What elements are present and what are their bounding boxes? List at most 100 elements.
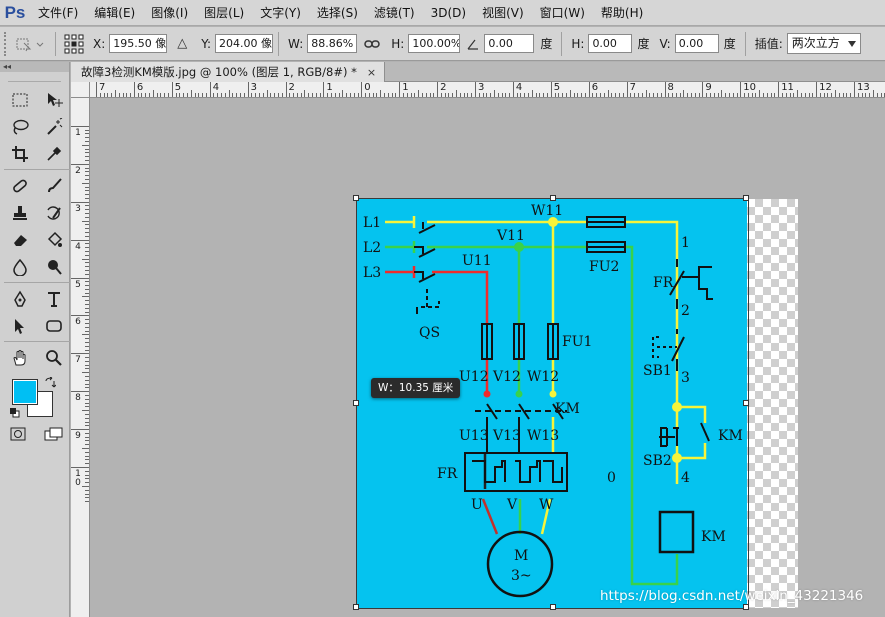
history-brush-tool[interactable] — [38, 199, 70, 226]
ruler-minor-tick — [85, 288, 89, 290]
transform-tool-preset[interactable] — [10, 32, 50, 56]
lasso-tool[interactable] — [4, 113, 36, 140]
label-node-0: 0 — [607, 470, 616, 486]
width-input[interactable]: 88.86% — [307, 34, 358, 53]
ruler-major-tick — [96, 82, 97, 97]
ruler-major-tick — [399, 82, 401, 97]
close-icon[interactable]: × — [367, 66, 376, 79]
toolbox-collapse[interactable]: ◂◂ — [0, 62, 69, 72]
pen-tool[interactable] — [4, 285, 36, 312]
label-v12: V12 — [492, 369, 521, 385]
ruler-minor-tick — [365, 93, 367, 97]
quick-mask-icon[interactable] — [10, 427, 26, 441]
healing-brush-tool[interactable] — [4, 172, 36, 199]
toolbox-grip[interactable] — [8, 74, 61, 82]
image-layer[interactable]: L1 L2 L3 W11 V11 U11 QS FU1 FU2 U12 V12 … — [353, 195, 798, 610]
clone-stamp-tool[interactable] — [4, 199, 36, 226]
ruler-label: 7 — [99, 82, 106, 93]
ruler-minor-tick — [569, 90, 571, 97]
hand-tool[interactable] — [4, 344, 36, 371]
menu-item[interactable]: 图像(I) — [143, 0, 196, 26]
menu-item[interactable]: 文字(Y) — [252, 0, 309, 26]
ruler-minor-tick — [846, 93, 848, 97]
ruler-minor-tick — [85, 156, 89, 158]
transform-handle-bc[interactable] — [550, 604, 556, 610]
menu-item[interactable]: 选择(S) — [309, 0, 366, 26]
interpolation-select[interactable]: 两次立方 — [786, 33, 861, 54]
ruler-minor-tick — [82, 220, 89, 222]
relative-position-icon[interactable]: △ — [173, 36, 191, 51]
canvas-area[interactable]: L1 L2 L3 W11 V11 U11 QS FU1 FU2 U12 V12 … — [90, 98, 885, 617]
paint-bucket-tool[interactable] — [38, 226, 70, 253]
eraser-tool[interactable] — [4, 226, 36, 253]
transform-handle-ml[interactable] — [353, 400, 359, 406]
transform-handle-mr[interactable] — [743, 400, 749, 406]
blur-tool[interactable] — [4, 253, 36, 280]
ruler-label: 0 — [364, 82, 371, 93]
document-tab[interactable]: 故障3检测KM模版.jpg @ 100% (图层 1, RGB/8#) * × — [71, 62, 386, 82]
ruler-minor-tick — [82, 334, 89, 336]
menu-item[interactable]: 文件(F) — [30, 0, 86, 26]
foreground-color-swatch[interactable] — [12, 379, 38, 405]
menu-item[interactable]: 帮助(H) — [593, 0, 651, 26]
photoshop-logo[interactable]: Ps — [0, 0, 30, 26]
horizontal-skew-input[interactable]: 0.00 — [588, 34, 633, 53]
eyedropper-tool[interactable] — [38, 140, 70, 167]
shape-tool[interactable] — [38, 312, 70, 339]
move-transform-icon — [16, 38, 44, 51]
move-tool[interactable] — [38, 86, 70, 113]
ruler-minor-tick — [85, 224, 89, 226]
y-position-input[interactable]: 204.00 像 — [215, 34, 274, 53]
transform-handle-tl[interactable] — [353, 195, 359, 201]
menu-item[interactable]: 窗口(W) — [532, 0, 593, 26]
horizontal-ruler[interactable]: 7 6 5 4 3 2 1 0 1 2 3 4 5 6 7 8 9 10 11 12 13 — [90, 82, 885, 98]
menu-item[interactable]: 编辑(E) — [86, 0, 143, 26]
ruler-minor-tick — [85, 148, 89, 150]
ruler-label: 1 — [402, 82, 409, 93]
label-node-4: 4 — [681, 470, 690, 486]
transform-handle-tr[interactable] — [743, 195, 749, 201]
eraser-icon — [14, 234, 27, 246]
ruler-minor-tick — [198, 93, 200, 97]
vertical-ruler[interactable]: 1 2 3 4 5 6 7 8 9 1 0 — [71, 98, 90, 617]
vertical-skew-input[interactable]: 0.00 — [674, 34, 719, 53]
dodge-tool[interactable] — [38, 253, 70, 280]
default-colors-icon[interactable] — [10, 408, 20, 418]
ruler-minor-tick — [520, 93, 522, 97]
ruler-minor-tick — [149, 93, 151, 97]
screen-mode-icon[interactable] — [44, 427, 64, 441]
ruler-minor-tick — [691, 93, 693, 97]
transform-handle-tc[interactable] — [550, 195, 556, 201]
crop-tool[interactable] — [4, 140, 36, 167]
ruler-label: 10 — [743, 82, 757, 93]
path-selection-tool[interactable] — [4, 312, 36, 339]
marquee-tool[interactable] — [4, 86, 36, 113]
swap-colors-icon[interactable] — [44, 377, 56, 389]
menu-item[interactable]: 3D(D) — [423, 0, 474, 26]
ruler-origin[interactable] — [71, 82, 90, 98]
ruler-minor-tick — [85, 311, 89, 313]
ruler-minor-tick — [660, 93, 662, 97]
circuit-diagram: L1 L2 L3 W11 V11 U11 QS FU1 FU2 U12 V12 … — [357, 199, 747, 608]
menu-item[interactable]: 滤镜(T) — [366, 0, 423, 26]
x-position-input[interactable]: 195.50 像 — [109, 34, 168, 53]
ruler-label: 5 — [174, 82, 182, 93]
ruler-minor-tick — [736, 93, 738, 97]
document-tab-bar: 故障3检测KM模版.jpg @ 100% (图层 1, RGB/8#) * × — [71, 62, 885, 82]
height-input[interactable]: 100.00% — [408, 34, 461, 53]
transform-handle-br[interactable] — [743, 604, 749, 610]
magic-wand-tool[interactable] — [38, 113, 70, 140]
reference-point-icon[interactable] — [63, 33, 85, 55]
ruler-minor-tick — [456, 90, 458, 97]
zoom-tool[interactable] — [38, 344, 70, 371]
type-tool[interactable] — [38, 285, 70, 312]
menu-item[interactable]: 图层(L) — [196, 0, 252, 26]
transform-handle-bl[interactable] — [353, 604, 359, 610]
chain-link-icon[interactable] — [364, 38, 381, 50]
menu-item[interactable]: 视图(V) — [474, 0, 532, 26]
ruler-minor-tick — [804, 93, 806, 97]
brush-tool[interactable] — [38, 172, 70, 199]
ruler-label: 5 — [75, 279, 81, 290]
separator — [561, 31, 563, 56]
rotate-angle-input[interactable]: 0.00 — [484, 34, 535, 53]
